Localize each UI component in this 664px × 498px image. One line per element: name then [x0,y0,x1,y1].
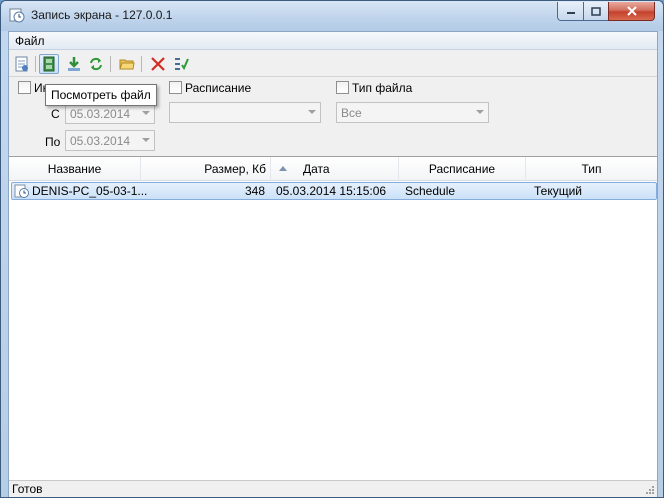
column-header-label: Дата [303,162,330,176]
chevron-down-icon [308,110,316,114]
refresh-icon [90,57,102,71]
download-button[interactable] [64,54,84,74]
column-header-label: Название [47,162,102,176]
column-header-name[interactable]: Название [9,157,141,181]
view-file-button[interactable] [39,54,59,74]
schedule-select[interactable] [169,102,321,123]
filetype-select[interactable]: Все [336,102,489,123]
checklist-button[interactable] [171,54,191,74]
toolbar-separator [35,56,36,72]
schedule-label: Расписание [185,81,252,95]
delete-button[interactable] [148,54,168,74]
column-header-schedule[interactable]: Расписание [399,157,526,181]
open-folder-button[interactable] [117,54,137,74]
title-bar[interactable]: Запись экрана - 127.0.0.1 [1,1,663,31]
minimize-icon [566,12,575,14]
close-icon [626,6,637,16]
schedule-checkbox[interactable] [169,81,182,94]
chevron-down-icon [142,111,150,115]
interval-checkbox[interactable] [18,81,31,94]
to-label: По [45,135,61,149]
column-header-size[interactable]: Размер, Кб [141,157,271,181]
chevron-down-icon [476,110,484,114]
column-header-label: Расписание [428,162,496,176]
resize-grip-icon[interactable] [645,485,655,495]
properties-icon [15,56,28,72]
list-header: Название Размер, Кб Дата Расписание Тип [9,157,657,181]
app-window: Запись экрана - 127.0.0.1 Файл Посмотрет… [0,0,664,498]
row-size: 348 [244,184,265,198]
to-date-picker[interactable]: 05.03.2014 [65,130,155,151]
column-header-type[interactable]: Тип [526,157,657,181]
row-date: 05.03.2014 15:15:06 [276,184,387,198]
window-title: Запись экрана - 127.0.0.1 [31,8,173,22]
maximize-icon [591,6,601,16]
status-bar: Готов [9,480,657,497]
minimize-button[interactable] [557,2,584,21]
column-header-label: Тип [581,162,602,176]
folder-icon [119,59,135,70]
tooltip: Посмотреть файл [45,84,157,106]
toolbar-separator [110,56,111,72]
row-name: DENIS-PC_05-03-1... [32,184,148,198]
film-icon [43,56,55,72]
clock-app-icon [9,8,25,23]
checklist-icon [175,58,189,71]
column-header-date[interactable]: Дата [271,157,399,181]
toolbar-separator [141,56,142,72]
chevron-down-icon [142,138,150,142]
file-list[interactable]: Название Размер, Кб Дата Расписание Тип [9,156,657,480]
table-row[interactable]: DENIS-PC_05-03-1... 348 05.03.2014 15:15… [11,182,657,200]
client-area: Файл Посмотреть файл Ин С 05.03.2014 По … [8,31,658,497]
refresh-button[interactable] [86,54,106,74]
from-date-value: 05.03.2014 [70,107,131,121]
menu-file[interactable]: Файл [15,34,45,48]
filetype-checkbox[interactable] [336,81,349,94]
column-header-label: Размер, Кб [204,162,266,176]
record-file-icon [14,184,29,198]
menu-bar: Файл [9,32,657,50]
toolbar [9,51,657,77]
filetype-label: Тип файла [352,81,413,95]
row-schedule: Schedule [405,184,456,198]
status-text: Готов [12,482,43,496]
maximize-button[interactable] [583,2,609,21]
sort-ascending-icon [279,166,287,171]
download-icon [68,57,80,71]
delete-icon [151,57,165,71]
properties-button[interactable] [12,54,32,74]
from-date-picker[interactable]: 05.03.2014 [65,103,155,124]
row-type: Текущий [534,184,582,198]
to-date-value: 05.03.2014 [70,134,131,148]
filetype-value: Все [341,106,362,120]
from-label: С [51,107,60,121]
close-button[interactable] [608,2,655,21]
